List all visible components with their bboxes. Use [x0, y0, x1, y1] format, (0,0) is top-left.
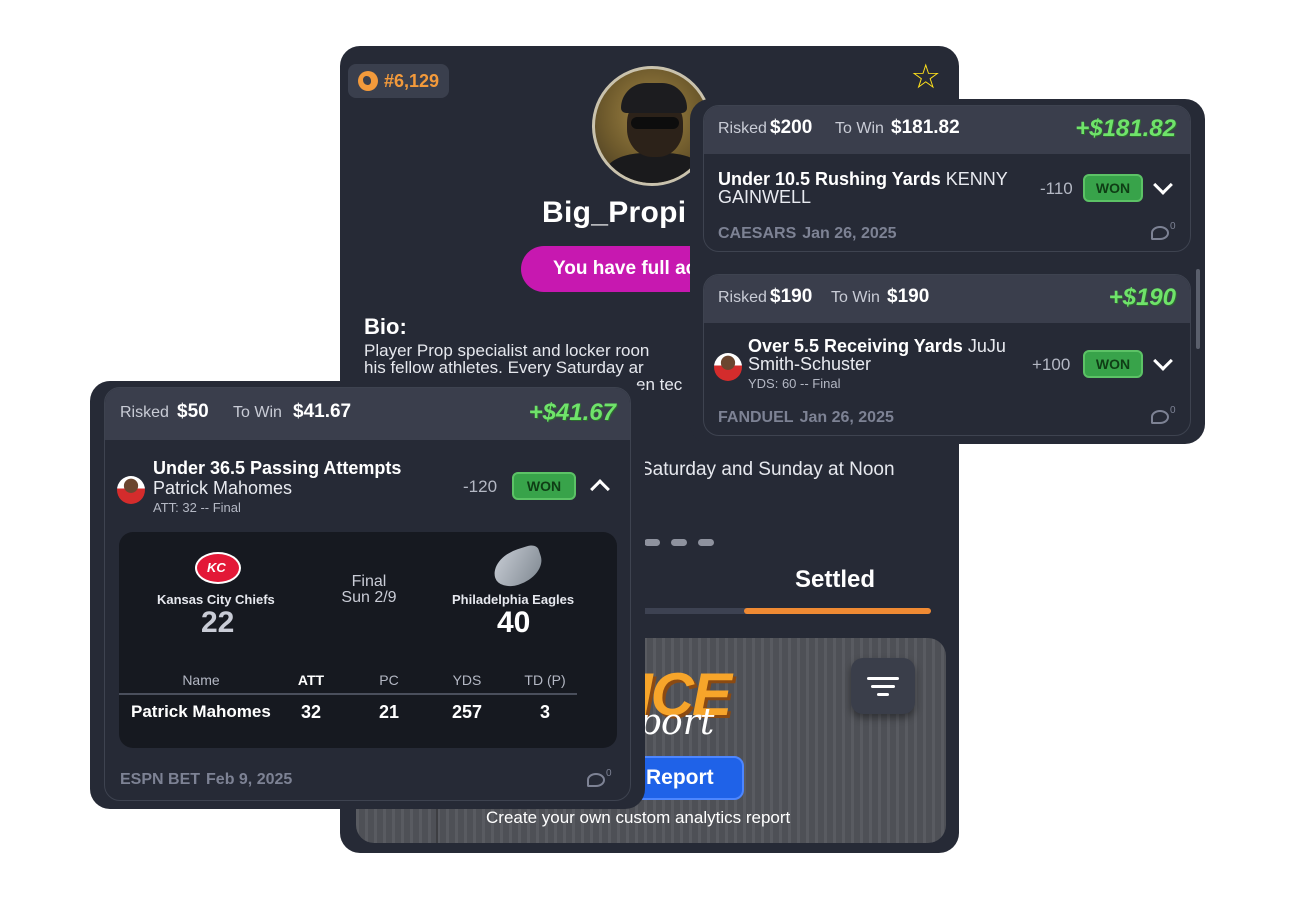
player-avatar	[117, 476, 145, 504]
bet-card-header: Risked $200 To Win $181.82 +$181.82	[704, 106, 1190, 154]
stat-line: ATT: 32 -- Final	[153, 500, 241, 515]
bet-date: Jan 26, 2025	[802, 225, 897, 242]
sportsbook: CAESARS	[718, 225, 797, 242]
game-status: Final Sun 2/9	[329, 574, 409, 606]
bet-card-espn[interactable]: Risked $50 To Win $41.67 +$41.67 Under 3…	[104, 387, 631, 801]
stat-line: YDS: 60 -- Final	[748, 376, 841, 391]
stat-header-att: ATT	[297, 672, 325, 688]
stat-td: 3	[539, 702, 550, 722]
risked-label: Risked	[718, 120, 767, 137]
sportsbook: ESPN BET	[120, 771, 201, 788]
bet-date: Feb 9, 2025	[206, 771, 293, 788]
comment-count: 0	[1170, 405, 1176, 416]
filter-icon[interactable]	[851, 658, 915, 714]
stat-header-pc: PC	[379, 672, 399, 688]
chevron-down-icon[interactable]	[1153, 175, 1173, 195]
rank-value: #6,129	[384, 70, 440, 91]
odds: -110	[1040, 179, 1073, 198]
username: Big_Propi	[542, 196, 687, 229]
bet-market: Under 36.5 Passing Attempts	[153, 458, 402, 478]
bet-market: Over 5.5 Receiving Yards	[748, 336, 963, 356]
star-icon[interactable]: ☆	[911, 60, 941, 94]
profit-value: +$190	[1108, 284, 1176, 311]
stat-att: 32	[300, 702, 322, 722]
scrollbar[interactable]	[1196, 269, 1200, 349]
home-team: Kansas City Chiefs	[157, 592, 275, 607]
comment-count: 0	[606, 768, 612, 779]
risked-value: $190	[770, 286, 813, 307]
pager-dot[interactable]	[644, 539, 660, 546]
bet-footer: ESPN BET Feb 9, 2025	[120, 771, 292, 789]
chevron-down-icon[interactable]	[1153, 351, 1173, 371]
risked-label: Risked	[120, 404, 169, 421]
towin-label: To Win	[831, 289, 880, 306]
profit-value: +$181.82	[1075, 115, 1176, 142]
comment-icon[interactable]	[1151, 410, 1169, 424]
bet-footer: FANDUEL Jan 26, 2025	[718, 409, 894, 427]
globe-icon	[358, 71, 378, 91]
comment-icon[interactable]	[1151, 226, 1169, 240]
stat-yds: 257	[451, 702, 483, 722]
report-caption: Create your own custom analytics report	[486, 808, 791, 827]
towin-value: $190	[887, 286, 930, 307]
comment-count: 0	[1170, 221, 1176, 232]
stat-pc: 21	[378, 702, 400, 722]
bet-card-header: Risked $50 To Win $41.67 +$41.67	[105, 388, 630, 440]
bet-market: Under 10.5 Rushing Yards	[718, 169, 941, 189]
pager-dot[interactable]	[671, 539, 687, 546]
bet-title: Under 36.5 Passing Attempts Patrick Maho…	[153, 458, 453, 498]
bet-card-caesars[interactable]: Risked $200 To Win $181.82 +$181.82 Unde…	[703, 105, 1191, 252]
status-badge: WON	[1083, 174, 1143, 202]
tab-underline-active	[744, 608, 931, 614]
risked-value: $200	[770, 117, 813, 138]
bets-panel: Risked $200 To Win $181.82 +$181.82 Unde…	[690, 99, 1205, 444]
pager-dots	[644, 539, 714, 546]
player-avatar	[714, 353, 742, 381]
status-badge: WON	[1083, 350, 1143, 378]
risked-value: $50	[177, 401, 209, 422]
stat-header-td: TD (P)	[524, 672, 566, 688]
chevron-up-icon[interactable]	[590, 479, 610, 499]
expanded-bet-panel: Risked $50 To Win $41.67 +$41.67 Under 3…	[90, 381, 645, 809]
bio-line-4: Saturday and Sunday at Noon	[640, 459, 895, 480]
game-final: Final	[351, 573, 387, 590]
away-score: 40	[497, 606, 531, 639]
rank-badge[interactable]: #6,129	[348, 64, 450, 98]
status-badge: WON	[512, 472, 576, 500]
stat-header-yds: YDS	[452, 672, 482, 688]
comment-icon[interactable]	[587, 773, 605, 787]
risked-label: Risked	[718, 289, 767, 306]
towin-value: $181.82	[891, 117, 960, 138]
bet-footer: CAESARS Jan 26, 2025	[718, 225, 897, 243]
home-score: 22	[201, 606, 235, 639]
bet-player: Patrick Mahomes	[153, 478, 293, 498]
odds: +100	[1032, 355, 1071, 374]
stat-divider	[119, 693, 577, 695]
bet-title: Under 10.5 Rushing Yards KENNY GAINWELL	[718, 170, 1018, 206]
pager-dot[interactable]	[698, 539, 714, 546]
odds: -120	[463, 477, 498, 496]
towin-label: To Win	[233, 404, 282, 421]
towin-value: $41.67	[293, 401, 352, 422]
tab-settled[interactable]: Settled	[795, 566, 875, 594]
away-team: Philadelphia Eagles	[452, 592, 575, 607]
stat-player-name: Patrick Mahomes	[131, 702, 271, 721]
chiefs-logo	[195, 552, 241, 584]
box-score: Kansas City Chiefs 22 Final Sun 2/9 Phil…	[119, 532, 617, 748]
banner-subtitle: port	[638, 702, 715, 743]
towin-label: To Win	[835, 120, 884, 137]
bet-title: Over 5.5 Receiving Yards JuJu Smith-Schu…	[748, 337, 1018, 373]
bet-date: Jan 26, 2025	[799, 409, 894, 426]
sportsbook: FANDUEL	[718, 409, 794, 426]
bet-card-fanduel[interactable]: Risked $190 To Win $190 +$190 Over 5.5 R…	[703, 274, 1191, 436]
bet-card-header: Risked $190 To Win $190 +$190	[704, 275, 1190, 323]
bio-heading: Bio:	[364, 314, 407, 339]
game-date: Sun 2/9	[341, 589, 397, 606]
eagles-logo	[488, 543, 548, 591]
stat-header-name: Name	[182, 672, 220, 688]
profit-value: +$41.67	[528, 399, 616, 426]
